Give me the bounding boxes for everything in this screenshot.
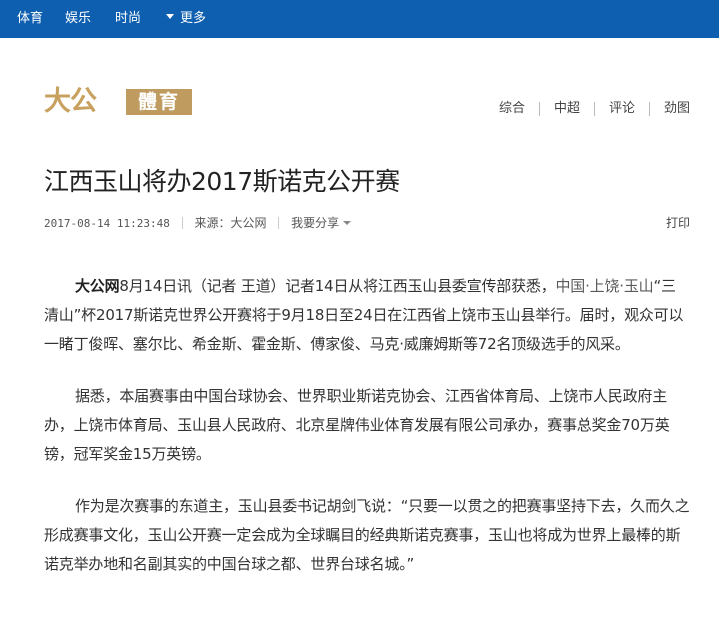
category-navigation: 综合 中超 评论 劲图 [499, 100, 690, 118]
article-body: 大公网8月14日讯（记者 王道）记者14日从将江西玉山县委宣传部获悉，中国·上饶… [44, 272, 690, 602]
logo-brand-text: 大公 [44, 86, 97, 117]
event-location-link[interactable]: 中国·上饶·玉山 [556, 277, 654, 295]
category-general[interactable]: 综合 [499, 100, 525, 118]
share-button[interactable]: 我要分享 [291, 216, 352, 230]
source-brand: 大公网 [75, 277, 120, 295]
divider [648, 102, 650, 116]
nav-item-entertainment[interactable]: 娱乐 [65, 0, 91, 38]
divider [593, 102, 595, 116]
caret-down-icon [343, 220, 352, 225]
article-title: 江西玉山将办2017斯诺克公开赛 [44, 167, 400, 196]
top-navigation-bar: 体育 娱乐 时尚 更多 [0, 0, 719, 38]
divider [181, 216, 183, 229]
share-label: 我要分享 [291, 216, 340, 230]
divider [538, 102, 540, 116]
article-paragraph: 作为是次赛事的东道主，玉山县委书记胡剑飞说：“只要一以贯之的把赛事坚持下去，久而… [44, 497, 690, 573]
divider [278, 216, 280, 229]
category-commentary[interactable]: 评论 [609, 100, 635, 118]
print-button[interactable]: 打印 [666, 214, 690, 232]
nav-item-sports[interactable]: 体育 [17, 0, 43, 38]
publish-datetime: 2017-08-14 11:23:48 [44, 217, 170, 230]
logo-section-text: 體育 [126, 89, 192, 115]
category-photos[interactable]: 劲图 [664, 100, 690, 118]
article-source: 来源：大公网 [194, 216, 267, 230]
nav-item-fashion[interactable]: 时尚 [115, 0, 141, 38]
caret-down-icon [166, 14, 174, 19]
article-paragraph: 大公网8月14日讯（记者 王道）记者14日从将江西玉山县委宣传部获悉，中国·上饶… [44, 277, 684, 353]
nav-more-label: 更多 [180, 11, 207, 26]
category-csl[interactable]: 中超 [554, 100, 580, 118]
article-meta: 2017-08-14 11:23:48 来源：大公网 我要分享 [44, 214, 352, 232]
article-paragraph: 据悉，本届赛事由中国台球协会、世界职业斯诺克协会、江西省体育局、上饶市人民政府主… [44, 387, 670, 463]
nav-more-button[interactable]: 更多 [166, 0, 206, 38]
